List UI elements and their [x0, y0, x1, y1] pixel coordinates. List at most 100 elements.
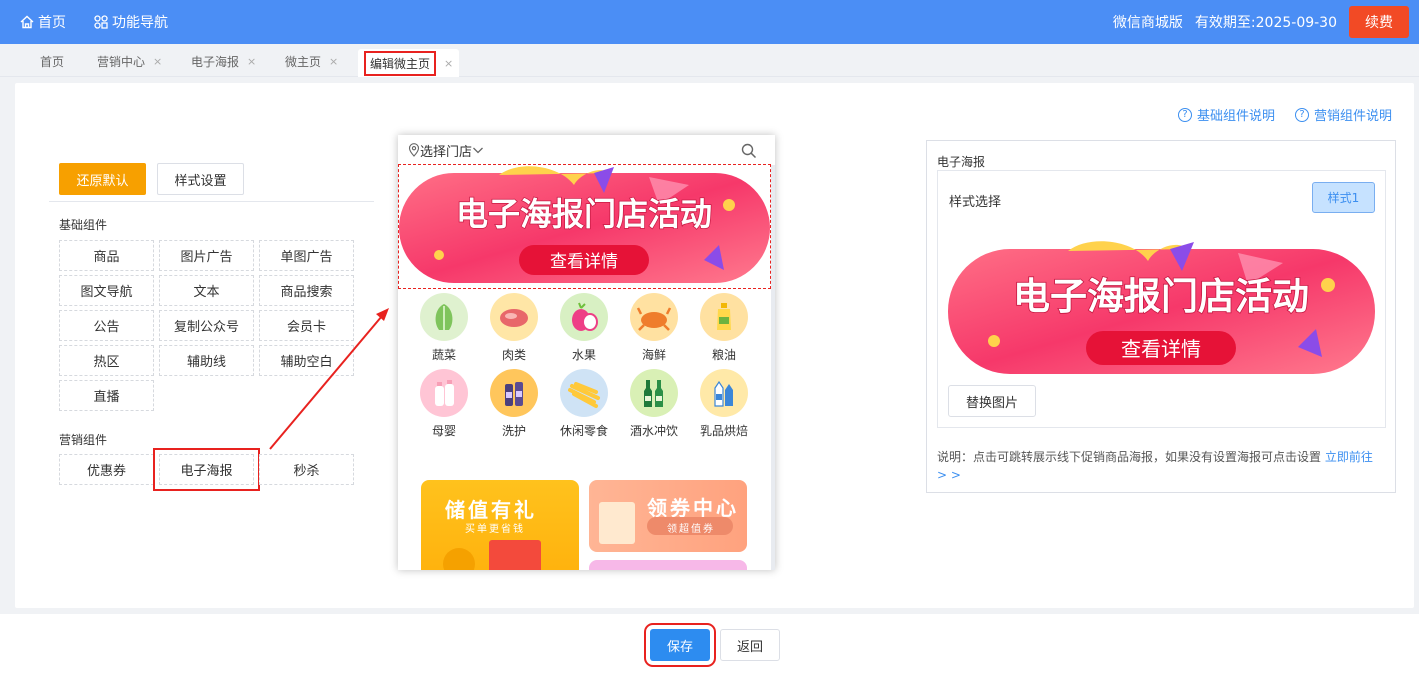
- go-now-arrows[interactable]: > >: [937, 468, 961, 482]
- help-basic-label: 基础组件说明: [1196, 109, 1275, 124]
- component-notice[interactable]: 公告: [59, 310, 154, 341]
- category-fruit[interactable]: 水果: [554, 293, 614, 363]
- close-icon[interactable]: ×: [329, 55, 338, 68]
- component-guide-line[interactable]: 辅助线: [159, 345, 254, 376]
- component-blank-space[interactable]: 辅助空白: [259, 345, 354, 376]
- component-flash-sale[interactable]: 秒杀: [259, 454, 354, 485]
- home-nav[interactable]: 首页: [20, 12, 66, 32]
- preview-poster-button: 查看详情: [1121, 337, 1201, 361]
- renew-button[interactable]: 续费: [1349, 6, 1409, 38]
- tab-label: 电子海报: [191, 55, 240, 69]
- category-label: 肉类: [501, 348, 526, 362]
- search-icon[interactable]: [741, 143, 757, 159]
- component-text[interactable]: 文本: [159, 275, 254, 306]
- category-label: 水果: [571, 348, 596, 362]
- component-member-card[interactable]: 会员卡: [259, 310, 354, 341]
- category-label: 洗护: [501, 424, 526, 438]
- marketing-components-help-link[interactable]: ? 营销组件说明: [1294, 105, 1392, 124]
- poster-detail-button: 查看详情: [550, 252, 618, 272]
- component-product-search[interactable]: 商品搜索: [259, 275, 354, 306]
- promo-card-partial[interactable]: [589, 560, 747, 570]
- promo-subtitle: 领超值券: [667, 524, 715, 535]
- component-image-text-nav[interactable]: 图文导航: [59, 275, 154, 306]
- question-icon: ?: [1294, 107, 1309, 122]
- poster-selected-frame[interactable]: 电子海报门店活动 查看详情: [398, 164, 771, 289]
- location-pin-icon: [408, 143, 420, 157]
- tab-edit-micro-homepage[interactable]: 编辑微主页 ×: [358, 49, 460, 77]
- crab-icon: [630, 293, 678, 341]
- store-search-bar: 选择门店: [398, 135, 775, 165]
- expiry-label: 有效期至:2025-09-30: [1194, 15, 1337, 31]
- restore-default-button[interactable]: 还原默认: [59, 163, 146, 195]
- component-copy-official-account[interactable]: 复制公众号: [159, 310, 254, 341]
- top-bar: 首页 功能导航 微信商城版 有效期至:2025-09-30 续费: [0, 0, 1419, 44]
- close-icon[interactable]: ×: [247, 55, 256, 68]
- category-seafood[interactable]: 海鲜: [624, 293, 684, 363]
- chevron-down-icon: [473, 147, 483, 154]
- poster-style-box: 样式选择 样式1 电子海报门店活动 查看详情 替换图片: [937, 170, 1386, 428]
- back-button[interactable]: 返回: [720, 629, 780, 661]
- close-icon[interactable]: ×: [153, 55, 162, 68]
- tab-marketing-center[interactable]: 营销中心 ×: [97, 53, 162, 70]
- category-label: 蔬菜: [431, 348, 456, 362]
- home-label: 首页: [38, 15, 66, 31]
- category-label: 海鲜: [641, 348, 666, 362]
- tab-strip: 首页 营销中心 × 电子海报 × 微主页 × 编辑微主页 ×: [0, 44, 1419, 77]
- tab-micro-homepage[interactable]: 微主页 ×: [285, 53, 338, 70]
- promo-title: 储值有礼: [445, 498, 537, 522]
- style-1-button[interactable]: 样式1: [1312, 182, 1375, 213]
- store-select-label: 选择门店: [420, 144, 473, 160]
- promo-subtitle: 买单更省钱: [465, 524, 525, 535]
- basic-components-help-link[interactable]: ? 基础组件说明: [1177, 105, 1275, 124]
- category-snacks[interactable]: 休闲零食: [554, 369, 614, 439]
- component-single-image-ad[interactable]: 单图广告: [259, 240, 354, 271]
- baby-bottle-icon: [420, 369, 468, 417]
- category-drinks[interactable]: 酒水冲饮: [624, 369, 684, 439]
- coupon-center-card[interactable]: 领券中心 领超值券: [589, 480, 747, 552]
- category-dairy-bakery[interactable]: 乳品烘焙: [694, 369, 754, 439]
- component-live[interactable]: 直播: [59, 380, 154, 411]
- milk-carton-icon: [700, 369, 748, 417]
- component-coupon[interactable]: 优惠券: [59, 454, 154, 485]
- component-product[interactable]: 商品: [59, 240, 154, 271]
- fries-icon: [560, 369, 608, 417]
- category-meat[interactable]: 肉类: [484, 293, 544, 363]
- component-hotspot[interactable]: 热区: [59, 345, 154, 376]
- preview-poster-title: 电子海报门店活动: [1013, 275, 1309, 318]
- apps-icon: [94, 15, 108, 29]
- shampoo-icon: [490, 369, 538, 417]
- category-vegetables[interactable]: 蔬菜: [414, 293, 474, 363]
- component-settings-panel: 电子海报 样式选择 样式1 电子海报门店活动 查看详情 替换图片 说明：点击可跳…: [926, 140, 1396, 493]
- help-marketing-label: 营销组件说明: [1313, 109, 1392, 124]
- category-personal-care[interactable]: 洗护: [484, 369, 544, 439]
- category-grain-oil[interactable]: 粮油: [694, 293, 754, 363]
- tab-home[interactable]: 首页: [40, 53, 64, 70]
- replace-image-button[interactable]: 替换图片: [948, 385, 1036, 417]
- poster-title: 电子海报门店活动: [456, 195, 712, 233]
- function-nav[interactable]: 功能导航: [94, 12, 168, 32]
- category-mother-baby[interactable]: 母婴: [414, 369, 474, 439]
- home-icon: [20, 15, 34, 29]
- category-label: 酒水冲饮: [629, 424, 678, 438]
- question-icon: ?: [1177, 107, 1192, 122]
- save-button[interactable]: 保存: [644, 623, 716, 667]
- phone-preview: 选择门店 电子海报门店活动 查看详情 蔬菜 肉类 水果 海鲜 粮油 母婴 洗护 …: [398, 135, 775, 570]
- poster-preview-image: 电子海报门店活动 查看详情: [948, 241, 1375, 374]
- footer-bar: 保存 返回: [0, 614, 1419, 673]
- close-icon[interactable]: ×: [444, 57, 453, 70]
- stored-value-card[interactable]: 储值有礼 买单更省钱: [421, 480, 579, 570]
- go-now-link[interactable]: 立即前往: [1325, 450, 1373, 464]
- category-label: 母婴: [431, 424, 456, 438]
- tab-e-poster[interactable]: 电子海报 ×: [191, 53, 256, 70]
- component-image-ad[interactable]: 图片广告: [159, 240, 254, 271]
- category-label: 粮油: [711, 348, 736, 362]
- vegetable-icon: [420, 293, 468, 341]
- store-select[interactable]: 选择门店: [408, 141, 484, 160]
- style-settings-button[interactable]: 样式设置: [157, 163, 244, 195]
- settings-note: 说明：点击可跳转展示线下促销商品海报，如果没有设置海报可点击设置 立即前往 > …: [937, 448, 1382, 484]
- editor-main: ? 基础组件说明 ? 营销组件说明 还原默认 样式设置 基础组件 商品 图片广告…: [15, 83, 1414, 608]
- tab-label: 营销中心: [97, 55, 146, 69]
- phone-scrollbar[interactable]: [771, 165, 775, 570]
- component-e-poster[interactable]: 电子海报: [153, 448, 260, 491]
- beer-bottle-icon: [630, 369, 678, 417]
